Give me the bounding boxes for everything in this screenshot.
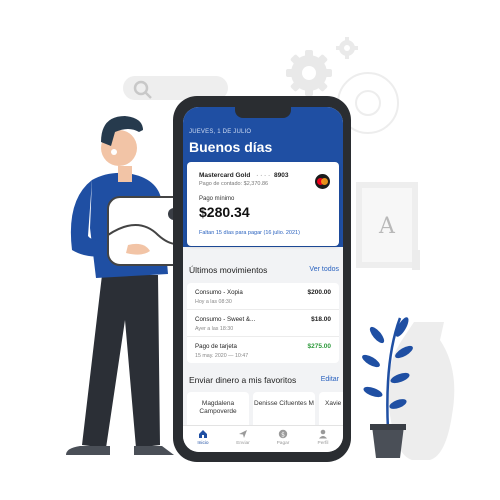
person-illustration bbox=[66, 116, 174, 455]
current-date: JUEVES, 1 DE JULIO bbox=[189, 129, 252, 135]
movement-row[interactable]: Consumo - Sweet &... Ayer a las 18:30 $1… bbox=[187, 310, 339, 337]
send-icon bbox=[239, 430, 247, 438]
see-all-link[interactable]: Ver todos bbox=[309, 266, 339, 273]
greeting-title: Buenos días bbox=[189, 139, 273, 155]
gear-icon bbox=[286, 50, 332, 96]
movement-amount: $200.00 bbox=[307, 289, 332, 296]
tab-perfil[interactable]: Perfil bbox=[303, 429, 343, 446]
gear-icon bbox=[336, 37, 358, 59]
edit-favorites-link[interactable]: Editar bbox=[321, 376, 339, 383]
tab-label: Perfil bbox=[317, 441, 329, 446]
favorites-title: Enviar dinero a mis favoritos bbox=[189, 375, 297, 385]
tab-enviar[interactable]: Enviar bbox=[223, 429, 263, 446]
tab-label: Pagar bbox=[276, 441, 290, 446]
bottom-tab-bar: Inicio Enviar $ Pagar Perfil bbox=[183, 425, 343, 452]
favorite-name: Xavie Duqu bbox=[325, 400, 343, 407]
movement-row[interactable]: Consumo - Xopia Hoy a las 08:30 $200.00 bbox=[187, 283, 339, 310]
minimum-payment-label: Pago mínimo bbox=[199, 196, 235, 202]
movement-title: Consumo - Xopia bbox=[195, 289, 243, 296]
pay-icon: $ bbox=[278, 429, 288, 438]
credit-card-summary[interactable]: Mastercard Gold · · · · 8903 Pago de con… bbox=[187, 162, 339, 246]
card-name: Mastercard Gold · · · · 8903 bbox=[199, 172, 289, 179]
favorite-name: Denisse Cifuentes M bbox=[254, 400, 314, 407]
due-date-note[interactable]: Faltan 15 días para pagar (16 julio. 202… bbox=[199, 230, 300, 236]
svg-text:$: $ bbox=[281, 431, 285, 438]
home-icon bbox=[199, 430, 207, 438]
movement-date: Hoy a las 08:30 bbox=[195, 299, 232, 305]
mastercard-icon bbox=[315, 174, 330, 189]
cash-payment: Pago de contado: $2,370.86 bbox=[199, 181, 269, 187]
phone-notch bbox=[235, 107, 291, 118]
tab-inicio[interactable]: Inicio bbox=[183, 429, 223, 446]
tab-pagar[interactable]: $ Pagar bbox=[263, 429, 303, 446]
profile-icon bbox=[319, 429, 327, 439]
favorite-name: Magdalena Campoverde bbox=[199, 400, 237, 415]
movement-date: Ayer a las 18:30 bbox=[195, 326, 234, 332]
movements-title: Últimos movimientos bbox=[189, 265, 268, 275]
tab-label: Enviar bbox=[236, 441, 250, 446]
tab-label: Inicio bbox=[197, 441, 209, 446]
movement-title: Pago de tarjeta bbox=[195, 343, 237, 350]
document-frame-illustration: A bbox=[356, 182, 418, 268]
frame-letter: A bbox=[378, 214, 396, 239]
minimum-payment-amount: $280.34 bbox=[199, 204, 250, 220]
movement-amount: $275.00 bbox=[307, 343, 332, 350]
movements-list: Consumo - Xopia Hoy a las 08:30 $200.00 … bbox=[187, 283, 339, 363]
movement-title: Consumo - Sweet &... bbox=[195, 316, 256, 323]
movement-row[interactable]: Pago de tarjeta 15 may. 2020 — 10:47 $27… bbox=[187, 337, 339, 364]
phone-screen: JUEVES, 1 DE JULIO Buenos días Mastercar… bbox=[183, 107, 343, 452]
movement-amount: $18.00 bbox=[311, 316, 331, 323]
movement-date: 15 may. 2020 — 10:47 bbox=[195, 353, 249, 359]
